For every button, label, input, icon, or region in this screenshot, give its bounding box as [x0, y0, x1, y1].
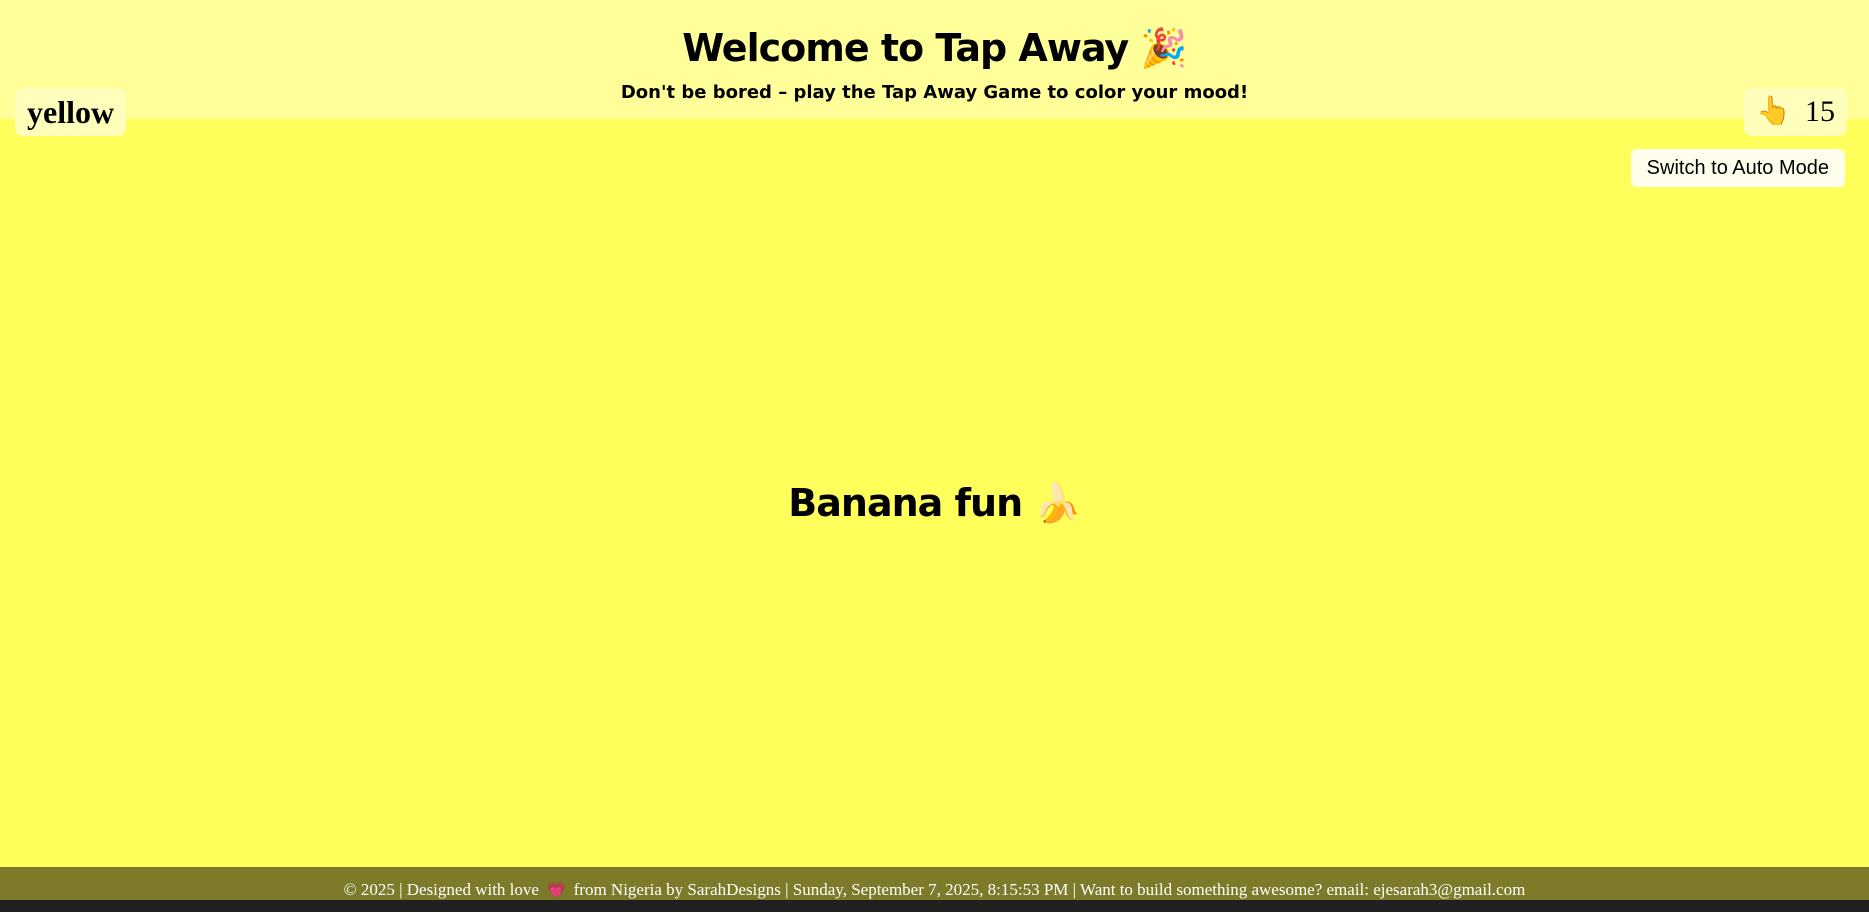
pointing-hand-icon: 👆: [1756, 96, 1791, 127]
tap-counter: 👆 15: [1744, 88, 1847, 136]
footer-suffix: from Nigeria by SarahDesigns | Sunday, S…: [573, 880, 1526, 899]
page-subtitle: Don't be bored – play the Tap Away Game …: [620, 82, 1249, 103]
page-title: Welcome to Tap Away 🎉: [682, 26, 1188, 70]
os-taskbar: [0, 900, 1869, 912]
tap-count: 15: [1805, 95, 1835, 128]
page-header: Welcome to Tap Away 🎉 Don't be bored – p…: [0, 0, 1869, 119]
current-color-badge: yellow: [15, 88, 127, 136]
heart-icon: 💗: [543, 883, 570, 899]
footer-prefix: © 2025 | Designed with love: [343, 880, 539, 899]
switch-mode-button[interactable]: Switch to Auto Mode: [1630, 149, 1845, 187]
page-footer: © 2025 | Designed with love 💗 from Niger…: [0, 867, 1869, 900]
mood-text[interactable]: Banana fun 🍌: [0, 475, 1869, 531]
